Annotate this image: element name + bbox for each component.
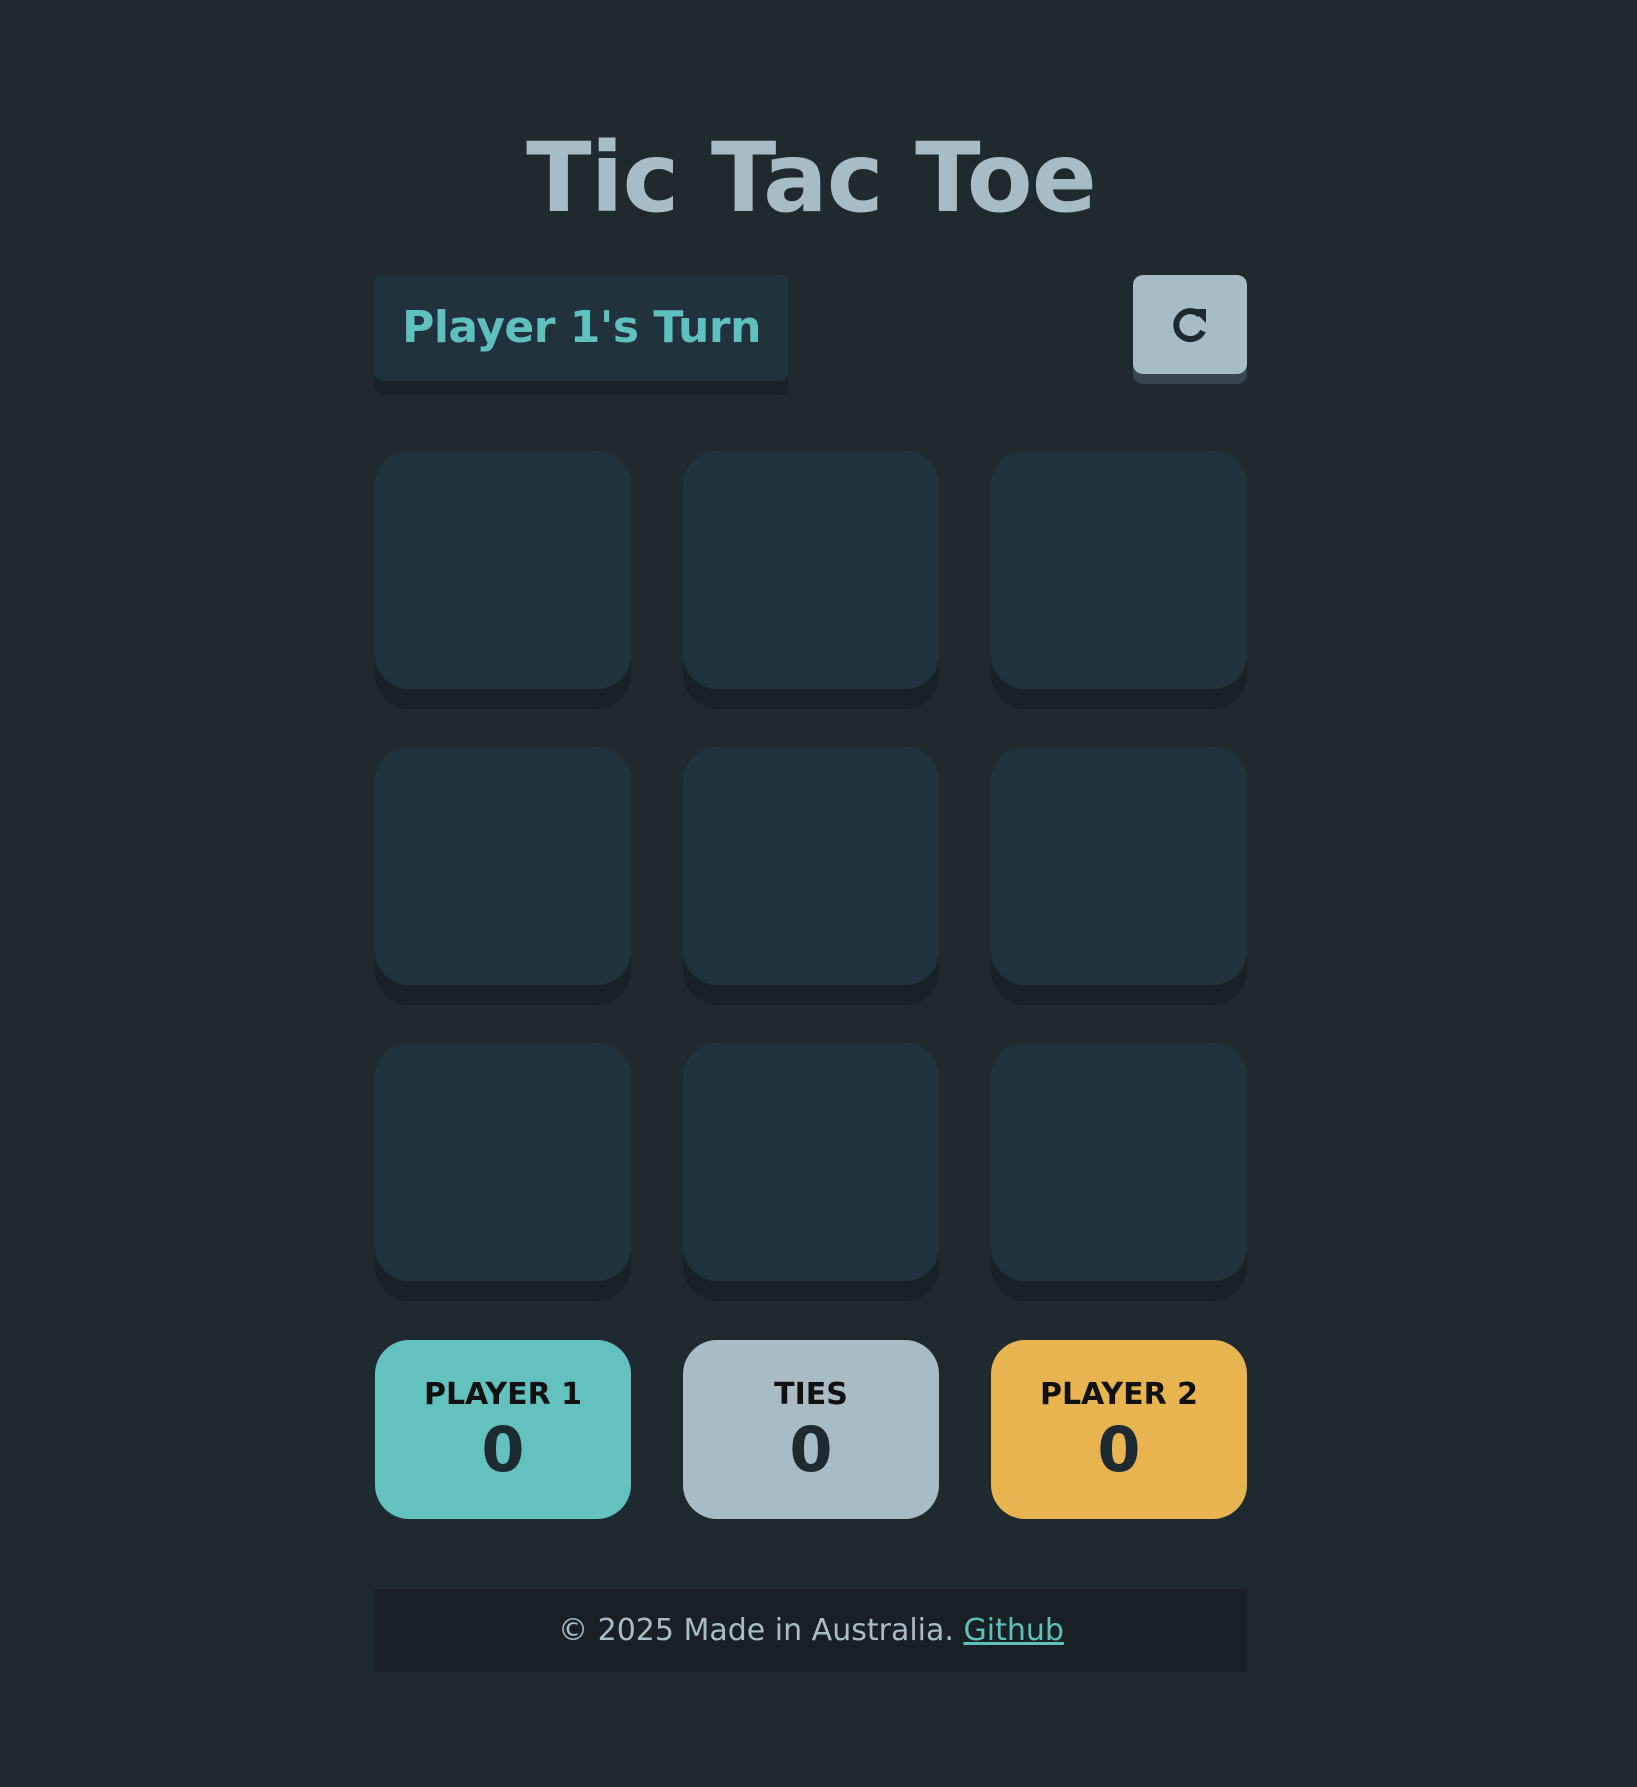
page-title: Tic Tac Toe	[526, 122, 1097, 234]
github-link[interactable]: Github	[963, 1613, 1063, 1648]
score-player1-label: PLAYER 1	[423, 1377, 583, 1412]
board-cell-4[interactable]	[375, 747, 631, 985]
board-cell-7[interactable]	[375, 1043, 631, 1281]
score-player1: PLAYER 1 0	[375, 1340, 631, 1519]
score-ties: TIES 0	[683, 1340, 939, 1519]
board-cell-6[interactable]	[991, 747, 1247, 985]
board-cell-1[interactable]	[375, 451, 631, 689]
board-cell-5[interactable]	[683, 747, 939, 985]
board-cell-8[interactable]	[683, 1043, 939, 1281]
board-cell-2[interactable]	[683, 451, 939, 689]
board-cell-9[interactable]	[991, 1043, 1247, 1281]
score-player2-value: 0	[1097, 1413, 1141, 1486]
score-player2: PLAYER 2 0	[991, 1340, 1247, 1519]
score-player2-label: PLAYER 2	[1039, 1377, 1199, 1412]
score-ties-value: 0	[789, 1413, 833, 1486]
turn-indicator: Player 1's Turn	[375, 275, 788, 381]
restart-icon	[1133, 303, 1247, 347]
footer-text: © 2025 Made in Australia.	[558, 1613, 954, 1648]
restart-button[interactable]	[1133, 275, 1247, 374]
footer: © 2025 Made in Australia. Github	[375, 1589, 1247, 1672]
score-player1-value: 0	[481, 1413, 525, 1486]
board-cell-3[interactable]	[991, 451, 1247, 689]
score-ties-label: TIES	[774, 1377, 848, 1412]
